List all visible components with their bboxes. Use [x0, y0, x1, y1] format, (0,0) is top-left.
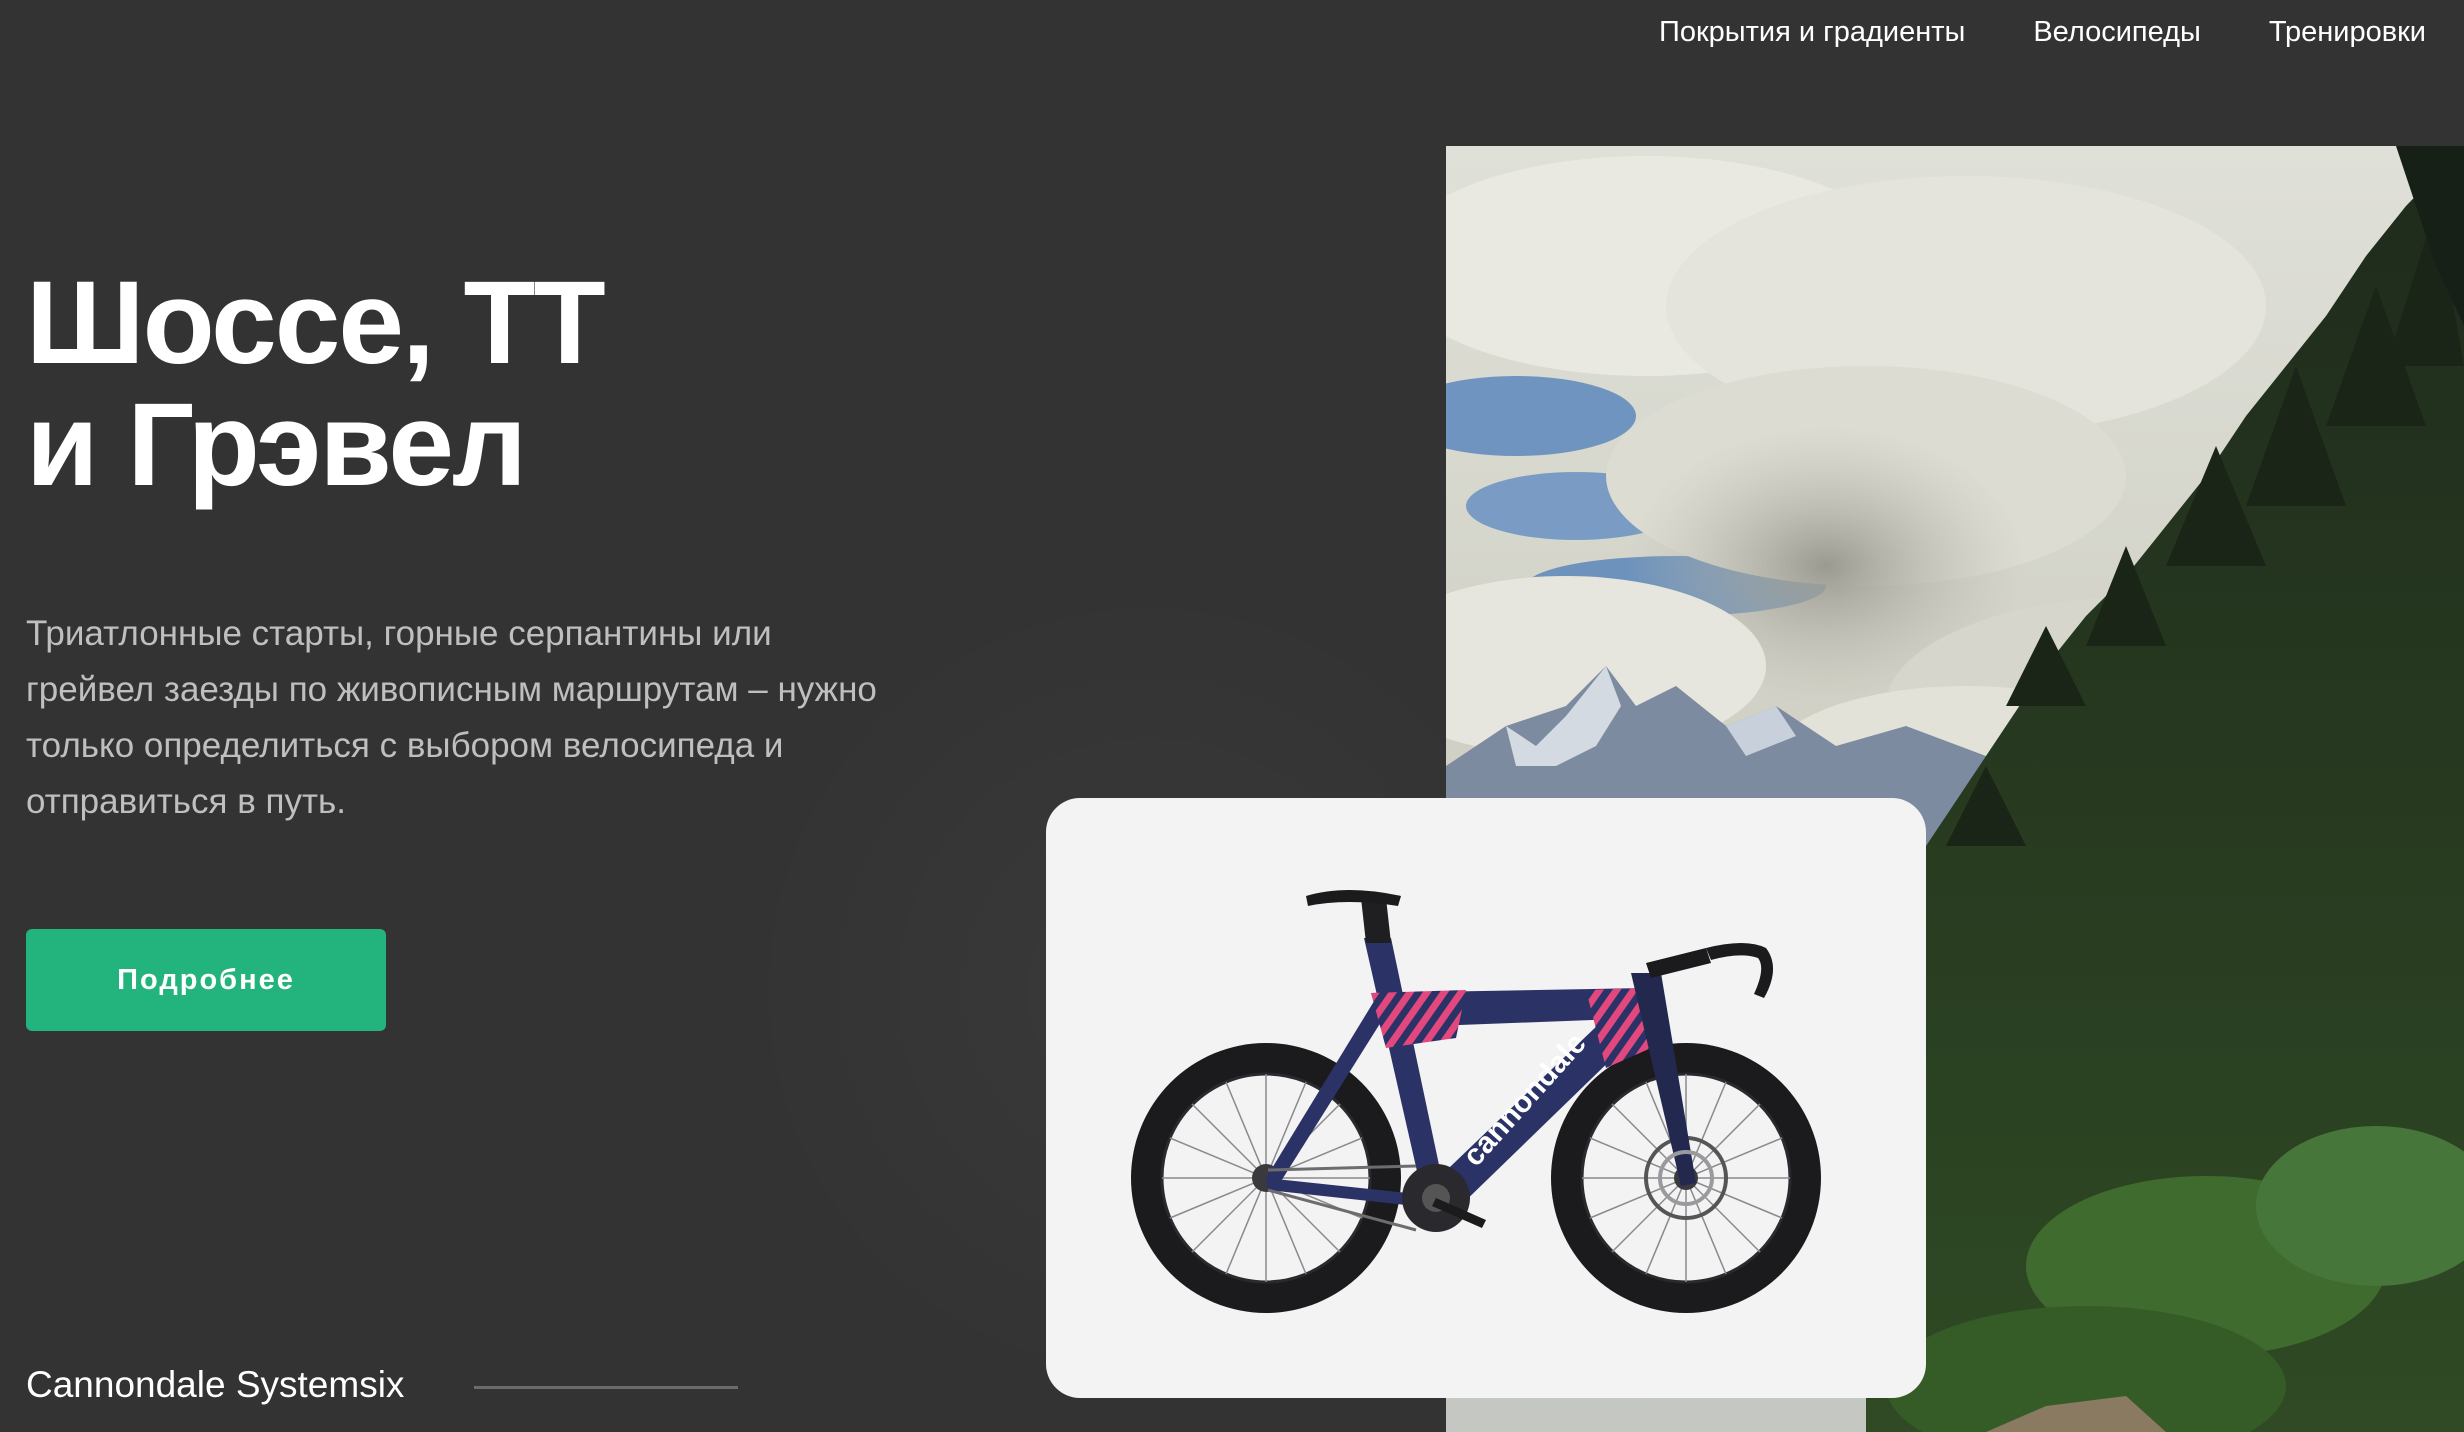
nav-link-trainings[interactable]: Тренировки: [2269, 14, 2426, 50]
top-nav: Покрытия и градиенты Велосипеды Трениров…: [1659, 14, 2426, 50]
caption-divider: [474, 1386, 738, 1389]
featured-bike-caption: Cannondale Systemsix: [26, 1364, 405, 1405]
hero-description: Триатлонные старты, горные серпантины ил…: [26, 614, 877, 821]
hero-title-line-1: Шоссе, ТТ: [26, 257, 606, 389]
nav-link-coatings[interactable]: Покрытия и градиенты: [1659, 14, 1965, 50]
hero-title-line-2: и Грэвел: [26, 379, 527, 511]
more-button[interactable]: Подробнее: [26, 929, 386, 1031]
bike-card[interactable]: cannondale: [1046, 798, 1926, 1398]
nav-link-bicycles[interactable]: Велосипеды: [2033, 14, 2201, 50]
bike-image: cannondale: [1131, 890, 1821, 1313]
page: Покрытия и градиенты Велосипеды Трениров…: [0, 0, 2464, 1432]
hero-title: Шоссе, ТТ и Грэвел: [26, 262, 926, 506]
